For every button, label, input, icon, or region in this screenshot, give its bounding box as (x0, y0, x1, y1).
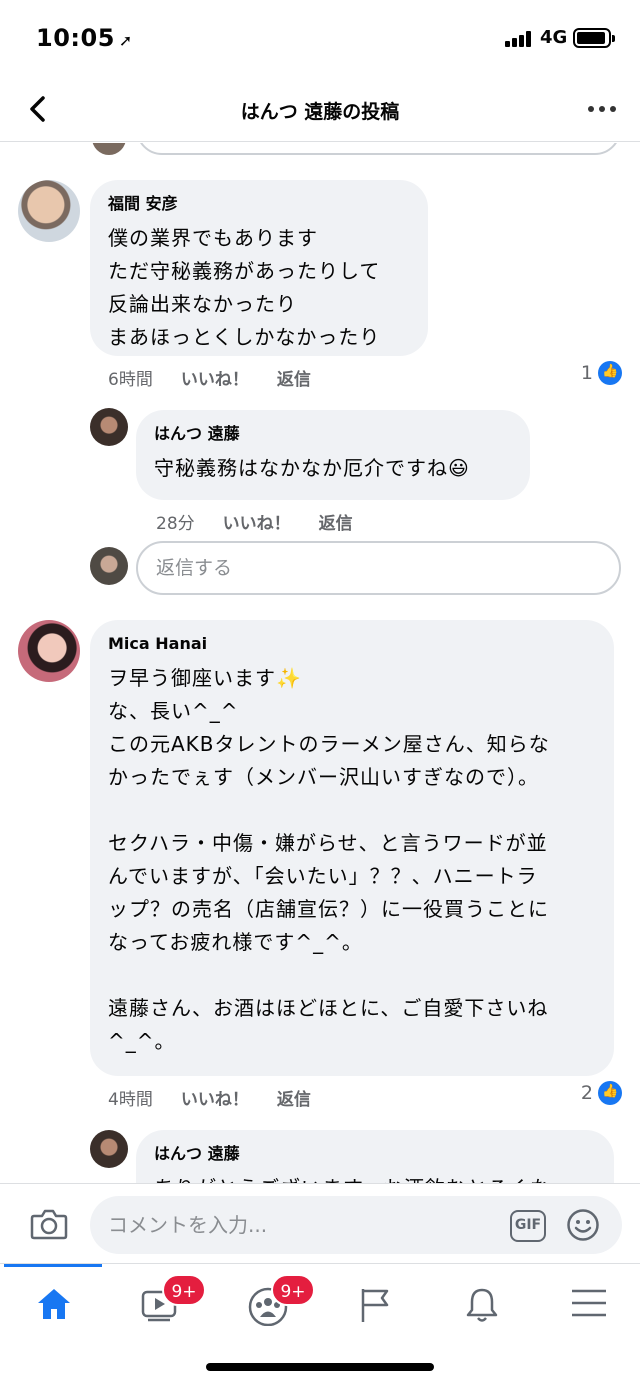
more-options-icon[interactable] (588, 96, 616, 120)
avatar[interactable] (90, 408, 128, 446)
comment-author[interactable]: 福間 安彦 (108, 194, 410, 214)
network-label: 4G (540, 27, 568, 48)
comment-bar: GIF (0, 1183, 640, 1263)
comment-author[interactable]: はんつ 遠藤 (154, 424, 512, 444)
comment-field[interactable]: GIF (90, 1196, 622, 1254)
comment-bubble: はんつ 遠藤 守秘義務はなかなか厄介ですね😃 (136, 410, 530, 500)
like-count-value: 2 (580, 1082, 593, 1104)
bell-icon (466, 1288, 498, 1322)
comment-author[interactable]: Mica Hanai (108, 634, 596, 654)
reply-button[interactable]: 返信 (319, 509, 353, 534)
reply-input[interactable] (138, 543, 619, 593)
avatar (90, 547, 128, 585)
comment-text: ありがとうございます。お酒飲むとろくな (154, 1172, 596, 1183)
location-arrow-icon: ➚ (118, 31, 133, 50)
like-button[interactable]: いいね！ (181, 1085, 249, 1110)
tab-notifications[interactable] (452, 1280, 512, 1330)
comment-time: 28分 (156, 514, 195, 534)
comment-bubble: Mica Hanai ヲ早う御座います✨ な、長い^_^ この元AKBタレントの… (90, 620, 614, 1076)
reply-box[interactable] (136, 541, 621, 595)
signal-icon (505, 31, 535, 47)
comment-text: 僕の業界でもあります ただ守秘義務があったりして 反論出来なかったり まあほっと… (108, 226, 381, 349)
comment-input[interactable] (108, 1196, 498, 1254)
flag-icon (361, 1289, 389, 1322)
like-button[interactable]: いいね！ (181, 365, 249, 390)
like-count[interactable]: 1 (581, 361, 622, 385)
tab-groups[interactable]: 9+ (235, 1274, 315, 1330)
status-time: 10:05 ➚ (36, 24, 133, 52)
comment-meta: 28分 いいね！ 返信 (156, 509, 353, 534)
post-header: はんつ 遠藤の投稿 (0, 76, 640, 142)
home-icon (38, 1289, 70, 1319)
thumbs-up-icon (598, 361, 622, 385)
like-button[interactable]: いいね！ (223, 509, 291, 534)
avatar[interactable] (90, 1130, 128, 1168)
comment-text: ヲ早う御座います✨ な、長い^_^ この元AKBタレントのラーメン屋さん、知らな… (108, 666, 550, 1053)
comment-bubble: はんつ 遠藤 ありがとうございます。お酒飲むとろくな (136, 1130, 614, 1183)
like-count[interactable]: 2 (581, 1081, 622, 1105)
notification-badge: 9+ (162, 1274, 206, 1306)
status-bar: 10:05 ➚ 4G (0, 0, 640, 76)
tab-home[interactable] (23, 1280, 83, 1330)
reply-button[interactable]: 返信 (277, 1085, 311, 1110)
tab-bar: 9+ 9+ (0, 1263, 640, 1385)
avatar (92, 143, 126, 155)
camera-icon[interactable] (30, 1208, 68, 1240)
avatar[interactable] (18, 180, 80, 242)
tab-watch[interactable]: 9+ (128, 1274, 206, 1330)
tab-menu[interactable] (558, 1280, 618, 1330)
comment-author[interactable]: はんつ 遠藤 (154, 1144, 596, 1164)
active-tab-indicator (4, 1264, 102, 1267)
notification-badge: 9+ (271, 1274, 315, 1306)
comment-time: 6時間 (108, 370, 153, 390)
menu-icon (572, 1289, 606, 1317)
status-time-text: 10:05 (36, 24, 115, 52)
thumbs-up-icon (598, 1081, 622, 1105)
previous-reply-box[interactable] (136, 143, 621, 155)
gif-icon[interactable]: GIF (510, 1210, 546, 1242)
emoji-icon[interactable] (566, 1208, 600, 1242)
comment-meta: 6時間 いいね！ 返信 (108, 365, 311, 390)
tab-pages[interactable] (345, 1280, 405, 1330)
comment-time: 4時間 (108, 1090, 153, 1110)
page-title: はんつ 遠藤の投稿 (240, 101, 400, 123)
like-count-value: 1 (580, 362, 593, 384)
home-indicator[interactable] (206, 1363, 434, 1371)
comment-bubble: 福間 安彦 僕の業界でもあります ただ守秘義務があったりして 反論出来なかったり… (90, 180, 428, 356)
battery-icon (573, 28, 615, 48)
avatar[interactable] (18, 620, 80, 682)
reply-button[interactable]: 返信 (277, 365, 311, 390)
comments-feed[interactable]: 福間 安彦 僕の業界でもあります ただ守秘義務があったりして 反論出来なかったり… (0, 143, 640, 1183)
comment-text: 守秘義務はなかなか厄介ですね😃 (154, 456, 470, 480)
comment-meta: 4時間 いいね！ 返信 (108, 1085, 311, 1110)
